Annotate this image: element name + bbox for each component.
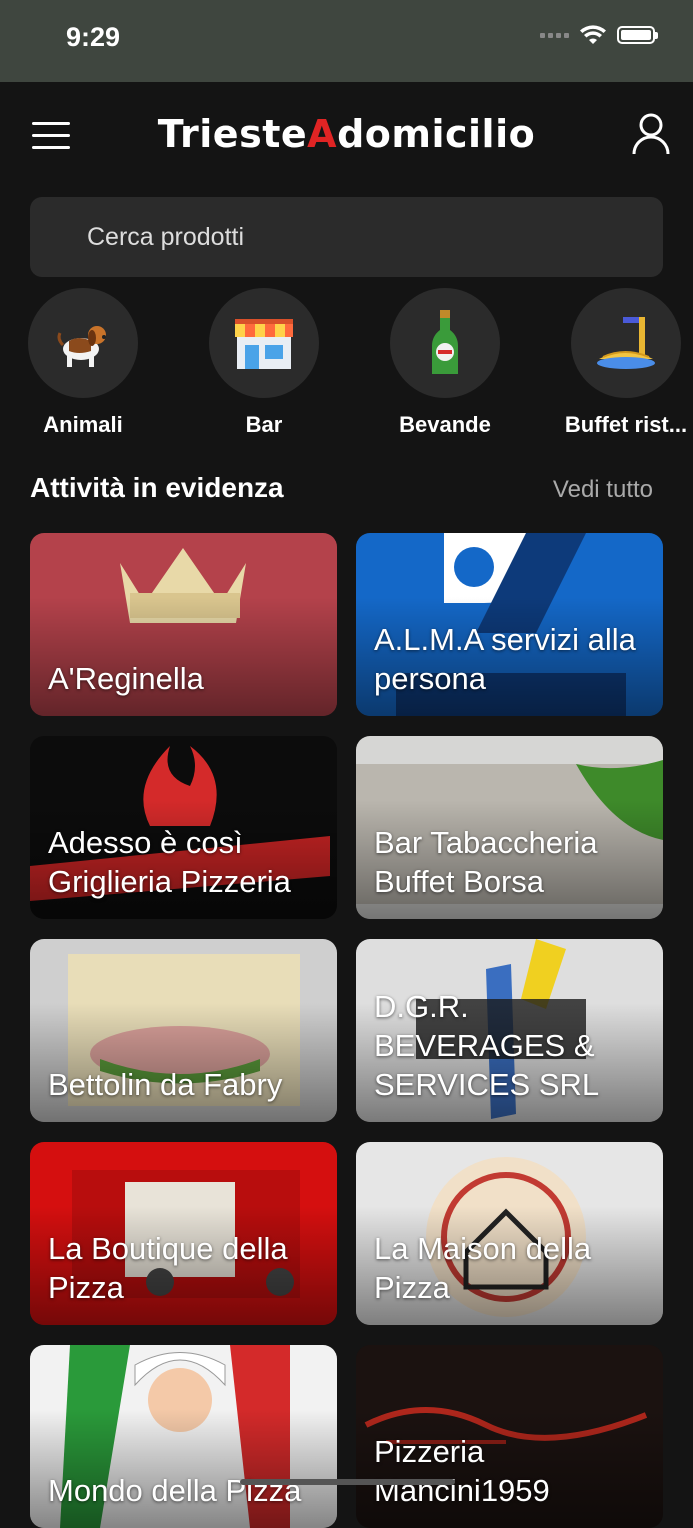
app-logo: TriesteAdomicilio bbox=[157, 112, 536, 156]
category-label: Buffet rist... bbox=[564, 412, 688, 437]
business-name: Adesso è così Griglieria Pizzeria bbox=[48, 825, 291, 899]
home-indicator[interactable] bbox=[240, 1479, 455, 1485]
status-icons bbox=[540, 24, 658, 46]
battery-icon bbox=[617, 26, 658, 44]
category-animali[interactable]: Animali bbox=[0, 288, 173, 438]
search-bar[interactable] bbox=[30, 197, 663, 277]
category-bar[interactable]: Bar bbox=[174, 288, 354, 438]
business-name: Bettolin da Fabry bbox=[48, 1067, 283, 1102]
business-card[interactable]: Adesso è così Griglieria Pizzeria bbox=[30, 736, 337, 919]
business-card[interactable]: D.G.R. BEVERAGES & SERVICES SRL bbox=[356, 939, 663, 1122]
business-name: Mondo della Pizza bbox=[48, 1473, 302, 1508]
business-name: La Boutique della Pizza bbox=[48, 1231, 288, 1305]
bottle-icon bbox=[432, 310, 458, 374]
business-card[interactable]: La Boutique della Pizza bbox=[30, 1142, 337, 1325]
category-label: Bevande bbox=[399, 412, 491, 437]
user-account-icon[interactable] bbox=[631, 112, 671, 156]
business-card[interactable]: Bettolin da Fabry bbox=[30, 939, 337, 1122]
dog-icon bbox=[57, 326, 106, 367]
app-header: TriesteAdomicilio bbox=[0, 82, 693, 192]
category-bevande[interactable]: Bevande bbox=[355, 288, 535, 438]
business-name: La Maison della Pizza bbox=[374, 1231, 592, 1305]
business-card[interactable]: La Maison della Pizza bbox=[356, 1142, 663, 1325]
food-icon bbox=[597, 317, 655, 369]
category-icon-circle bbox=[571, 288, 681, 398]
status-bar: 9:29 bbox=[0, 0, 693, 82]
business-name: Pizzeria Mancini1959 bbox=[374, 1434, 550, 1508]
business-name: A'Reginella bbox=[48, 661, 204, 696]
category-carousel[interactable]: Animali Bar Bevande Buffet rist... bbox=[0, 288, 693, 438]
see-all-link[interactable]: Vedi tutto bbox=[553, 476, 653, 504]
category-buffet[interactable]: Buffet rist... bbox=[536, 288, 693, 438]
featured-section-title: Attività in evidenza bbox=[30, 472, 284, 503]
category-label: Bar bbox=[245, 412, 283, 437]
category-icon-circle bbox=[28, 288, 138, 398]
business-name: D.G.R. BEVERAGES & SERVICES SRL bbox=[374, 989, 600, 1102]
shop-icon bbox=[235, 319, 293, 369]
category-icon-circle bbox=[209, 288, 319, 398]
business-card[interactable]: Bar Tabaccheria Buffet Borsa bbox=[356, 736, 663, 919]
business-card[interactable]: Mondo della Pizza bbox=[30, 1345, 337, 1528]
business-name: A.L.M.A servizi alla persona bbox=[374, 622, 636, 696]
business-card[interactable]: A'Reginella bbox=[30, 533, 337, 716]
category-label: Animali bbox=[43, 412, 123, 437]
business-card[interactable]: A.L.M.A servizi alla persona bbox=[356, 533, 663, 716]
business-card[interactable]: Pizzeria Mancini1959 bbox=[356, 1345, 663, 1528]
business-name: Bar Tabaccheria Buffet Borsa bbox=[374, 825, 598, 899]
cellular-signal-icon bbox=[540, 32, 569, 38]
wifi-icon bbox=[580, 25, 606, 44]
status-time: 9:29 bbox=[66, 22, 121, 52]
category-icon-circle bbox=[390, 288, 500, 398]
search-input[interactable] bbox=[85, 221, 663, 253]
